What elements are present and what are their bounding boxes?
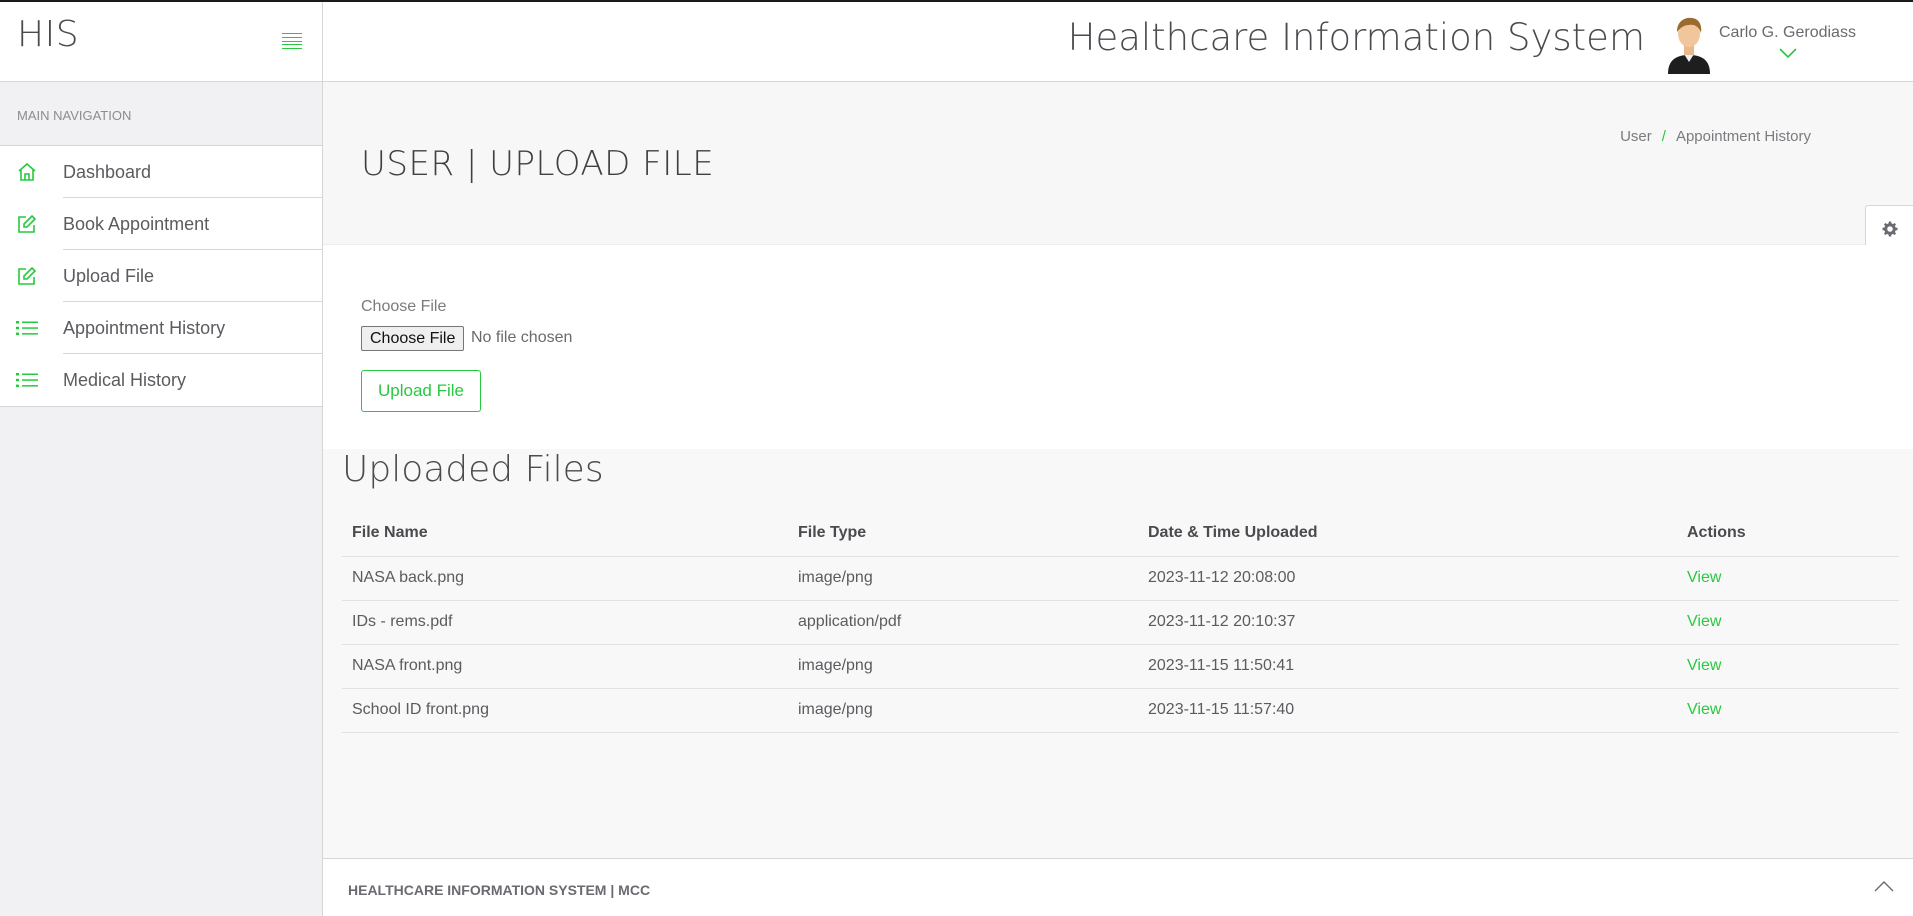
avatar[interactable] (1664, 14, 1714, 74)
sidebar-item-medical-history[interactable]: Medical History (0, 354, 322, 406)
sidebar-item-label: Appointment History (63, 317, 226, 338)
table-row: NASA front.png image/png 2023-11-15 11:5… (342, 644, 1899, 689)
file-name-cell: NASA front.png (342, 644, 788, 689)
table-row: IDs - rems.pdf application/pdf 2023-11-1… (342, 600, 1899, 645)
sidebar-item-appointment-history[interactable]: Appointment History (0, 302, 322, 354)
sidebar-item-label: Upload File (63, 265, 155, 286)
uploaded-date-cell: 2023-11-15 11:57:40 (1138, 688, 1677, 733)
chevron-up-icon[interactable] (1873, 879, 1895, 893)
file-status-text: No file chosen (471, 329, 573, 346)
view-link[interactable]: View (1677, 688, 1899, 733)
file-name-cell: IDs - rems.pdf (342, 600, 788, 645)
top-header: Healthcare Information System Carlo G. G… (323, 2, 1913, 82)
sidebar-item-book-appointment[interactable]: Book Appointment (0, 198, 322, 250)
upload-form: Choose File Choose File No file chosen U… (323, 245, 1913, 449)
hamburger-menu-icon[interactable] (282, 33, 302, 49)
footer: HEALTHCARE INFORMATION SYSTEM | MCC (323, 858, 1913, 916)
table-row: NASA back.png image/png 2023-11-12 20:08… (342, 556, 1899, 601)
app-title: Healthcare Information System (1067, 16, 1645, 59)
uploaded-files-section: Uploaded Files File Name File Type Date … (323, 449, 1913, 859)
sidebar-item-label: Book Appointment (63, 213, 210, 234)
table-header-row: File Name File Type Date & Time Uploaded… (342, 511, 1899, 557)
edit-icon (16, 265, 38, 287)
choose-file-label: Choose File (361, 298, 447, 315)
view-link[interactable]: View (1677, 644, 1899, 689)
nav-section-header: MAIN NAVIGATION (0, 82, 322, 146)
page-heading: USER | UPLOAD FILE User / Appointment Hist… (323, 82, 1913, 245)
footer-text: HEALTHCARE INFORMATION SYSTEM | MCC (348, 882, 651, 898)
table-row: School ID front.png image/png 2023-11-15… (342, 688, 1899, 733)
uploaded-date-cell: 2023-11-15 11:50:41 (1138, 644, 1677, 689)
home-icon (16, 161, 38, 183)
breadcrumb: User / Appointment History (1620, 128, 1811, 145)
file-type-cell: image/png (788, 556, 1138, 601)
brand-logo[interactable]: HIS (17, 14, 79, 55)
gear-icon (1882, 221, 1898, 242)
brand-bar: HIS (0, 2, 322, 82)
edit-icon (16, 213, 38, 235)
file-type-cell: image/png (788, 644, 1138, 689)
view-link[interactable]: View (1677, 600, 1899, 645)
column-header-actions: Actions (1677, 511, 1899, 557)
file-type-cell: image/png (788, 688, 1138, 733)
uploaded-files-table: File Name File Type Date & Time Uploaded… (342, 511, 1899, 733)
column-header-file-type: File Type (788, 511, 1138, 557)
chevron-down-icon[interactable] (1778, 46, 1798, 59)
sidebar: HIS MAIN NAVIGATION Dashboard Book Appoi… (0, 2, 323, 916)
file-name-cell: NASA back.png (342, 556, 788, 601)
uploaded-date-cell: 2023-11-12 20:08:00 (1138, 556, 1677, 601)
list-icon (16, 317, 38, 339)
view-link[interactable]: View (1677, 556, 1899, 601)
breadcrumb-separator: / (1661, 128, 1666, 145)
file-name-cell: School ID front.png (342, 688, 788, 733)
sidebar-item-label: Dashboard (63, 161, 152, 182)
sidebar-item-upload-file[interactable]: Upload File (0, 250, 322, 302)
page-title: USER | UPLOAD FILE (361, 144, 715, 184)
column-header-file-name: File Name (342, 511, 788, 557)
uploaded-files-title: Uploaded Files (342, 449, 604, 490)
breadcrumb-user[interactable]: User (1620, 128, 1652, 145)
sidebar-item-label: Medical History (63, 369, 187, 390)
user-name[interactable]: Carlo G. Gerodiass (1719, 24, 1856, 42)
file-type-cell: application/pdf (788, 600, 1138, 645)
upload-file-button[interactable]: Upload File (361, 370, 481, 412)
sidebar-item-dashboard[interactable]: Dashboard (0, 146, 322, 198)
choose-file-button[interactable]: Choose File (361, 326, 465, 351)
main-navigation: Dashboard Book Appointment Upload File A… (0, 146, 322, 407)
breadcrumb-current: Appointment History (1675, 128, 1811, 145)
list-icon (16, 369, 38, 391)
uploaded-date-cell: 2023-11-12 20:10:37 (1138, 600, 1677, 645)
column-header-date-uploaded: Date & Time Uploaded (1138, 511, 1677, 557)
